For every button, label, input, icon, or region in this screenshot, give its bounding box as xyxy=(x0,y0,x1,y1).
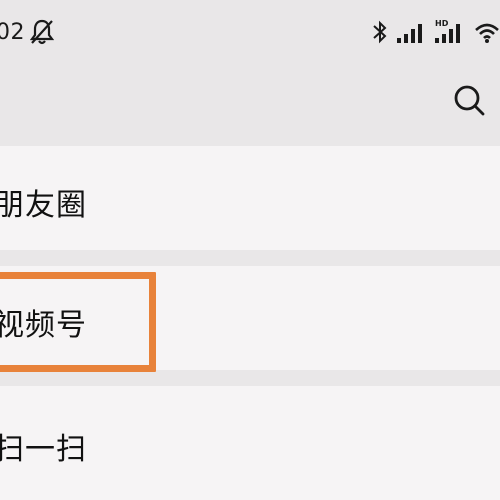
discover-header xyxy=(0,68,500,146)
hd-signal-icon: HD xyxy=(435,19,460,43)
menu-item-label: 扫一扫 xyxy=(0,432,87,467)
menu-item-moments[interactable]: 朋友圈 xyxy=(0,146,500,250)
bluetooth-icon xyxy=(373,20,387,44)
mute-bell-icon xyxy=(30,19,54,45)
phone-screen: 02 HD 朋友圈 视频号 扫一扫 xyxy=(0,0,500,500)
signal-icon xyxy=(397,24,422,43)
highlight-annotation-box xyxy=(0,272,156,372)
search-icon[interactable] xyxy=(451,80,487,120)
status-time: 02 xyxy=(0,20,25,45)
menu-item-label: 朋友圈 xyxy=(0,188,87,223)
svg-text:HD: HD xyxy=(435,19,449,28)
wifi-icon xyxy=(475,23,499,43)
menu-item-scan[interactable]: 扫一扫 xyxy=(0,386,500,500)
status-bar: 02 HD xyxy=(0,0,500,68)
